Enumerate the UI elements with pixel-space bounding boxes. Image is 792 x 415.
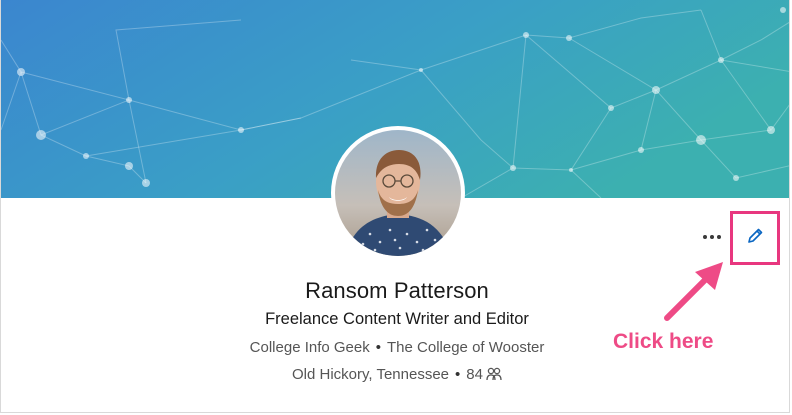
people-icon	[486, 367, 502, 385]
current-company-link[interactable]: College Info Geek	[250, 339, 370, 356]
more-options-button[interactable]	[698, 222, 726, 252]
connections-link[interactable]: 84	[466, 366, 502, 383]
more-horizontal-icon	[703, 235, 707, 239]
annotation-arrow	[661, 258, 731, 333]
edit-profile-button[interactable]	[730, 211, 780, 265]
education-link[interactable]: The College of Wooster	[387, 339, 544, 356]
annotation-callout: Click here	[613, 330, 714, 353]
profile-card: Ransom Patterson Freelance Content Write…	[0, 0, 790, 413]
pencil-icon	[745, 226, 765, 251]
profile-location: Old Hickory, Tennessee	[292, 366, 450, 383]
profile-photo[interactable]	[331, 126, 465, 260]
separator-dot: •	[375, 339, 382, 356]
separator-dot: •	[455, 366, 461, 383]
connections-count: 84	[466, 366, 483, 383]
profile-location-row: Old Hickory, Tennessee • 84	[1, 366, 789, 385]
